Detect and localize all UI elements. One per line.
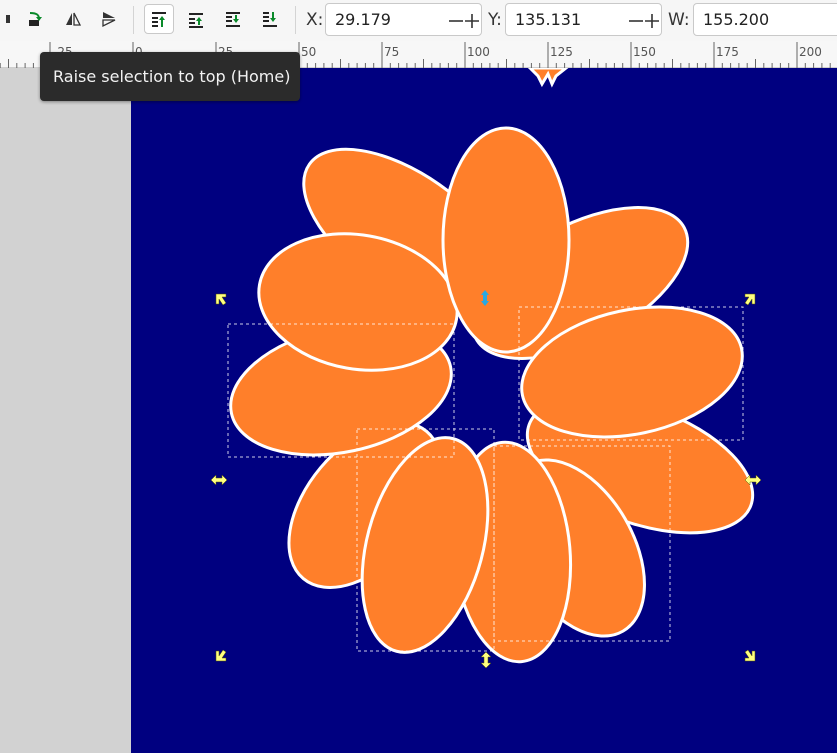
raise-to-top-icon xyxy=(152,12,166,27)
w-field xyxy=(693,3,837,36)
flip-horizontal-button[interactable] xyxy=(58,4,88,34)
flip-horizontal-icon xyxy=(66,12,82,26)
tooltip-text: Raise selection to top (Home) xyxy=(53,67,291,86)
lower-to-bottom-button[interactable] xyxy=(255,4,285,34)
x-label: X: xyxy=(306,10,324,30)
scale-handle-top-right[interactable] xyxy=(744,293,756,306)
scale-handle-bottom-right[interactable] xyxy=(744,649,756,662)
y-input[interactable] xyxy=(515,10,615,29)
lower-to-bottom-icon xyxy=(263,12,277,27)
w-input[interactable] xyxy=(703,10,803,29)
ruler-label: 175 xyxy=(716,45,739,59)
raise-to-top-button[interactable] xyxy=(144,4,174,34)
x-increment-icon[interactable] xyxy=(463,12,481,30)
raise-button[interactable] xyxy=(181,4,211,34)
w-label: W: xyxy=(668,10,690,30)
y-field xyxy=(505,3,662,36)
scale-handle-left[interactable] xyxy=(210,474,228,486)
raise-icon xyxy=(189,13,203,28)
ruler-label: 50 xyxy=(301,45,317,59)
y-increment-icon[interactable] xyxy=(643,12,661,30)
toolbar-separator xyxy=(295,6,296,34)
ruler-label: 200 xyxy=(799,45,822,59)
rotate-button[interactable] xyxy=(20,4,50,34)
drawing xyxy=(210,68,762,669)
canvas[interactable] xyxy=(0,68,837,753)
x-field xyxy=(325,3,482,36)
toolbar-edge-icon xyxy=(6,15,10,23)
ruler-label: 75 xyxy=(384,45,400,59)
flip-vertical-button[interactable] xyxy=(94,4,124,34)
ruler-label: 100 xyxy=(467,45,490,59)
toolbar: X: Y: W: xyxy=(0,0,837,41)
toolbar-edge-button[interactable] xyxy=(0,4,18,34)
x-input[interactable] xyxy=(335,10,435,29)
flip-vertical-icon xyxy=(102,12,116,28)
scale-handle-bottom[interactable] xyxy=(480,651,492,669)
tooltip: Raise selection to top (Home) xyxy=(40,52,300,101)
y-label: Y: xyxy=(488,10,502,30)
petal[interactable] xyxy=(441,126,571,354)
scale-handle-top-left[interactable] xyxy=(215,293,227,306)
ruler-label: 150 xyxy=(633,45,656,59)
lower-button[interactable] xyxy=(218,4,248,34)
star-shape[interactable] xyxy=(527,68,569,88)
raise-one-step-icon xyxy=(29,12,42,26)
ruler-label: 125 xyxy=(550,45,573,59)
toolbar-separator xyxy=(133,6,134,34)
lower-icon xyxy=(226,12,240,27)
scale-handle-bottom-left[interactable] xyxy=(215,649,227,662)
